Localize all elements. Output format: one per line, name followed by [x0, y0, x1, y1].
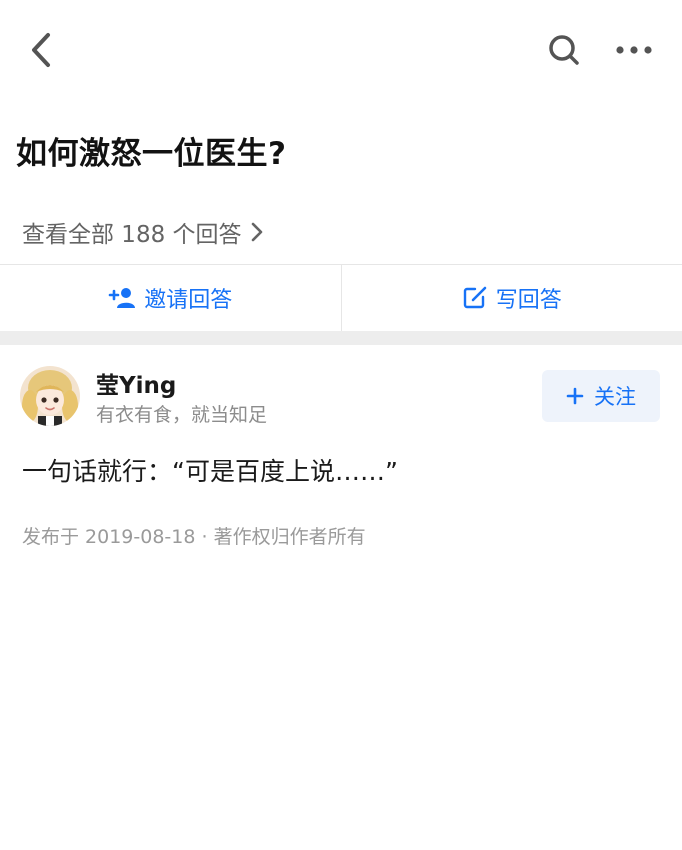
- plus-icon: [566, 387, 584, 405]
- author-avatar[interactable]: [20, 366, 80, 426]
- view-all-answers-link[interactable]: 查看全部 188 个回答: [22, 214, 264, 250]
- answer-actions-bar: 邀请回答 写回答: [0, 265, 682, 331]
- invite-answer-label: 邀请回答: [144, 288, 233, 313]
- question-title: 如何激怒一位医生?: [16, 136, 287, 172]
- view-all-answers-label: 查看全部 188 个回答: [22, 222, 242, 248]
- follow-button[interactable]: 关注: [542, 370, 660, 422]
- top-navigation-bar: [0, 0, 682, 100]
- back-button[interactable]: [26, 30, 58, 70]
- avatar-image: [20, 366, 80, 426]
- write-answer-label: 写回答: [495, 288, 562, 313]
- more-horizontal-icon: [616, 46, 652, 54]
- answer-content[interactable]: 一句话就行：“可是百度上说……”: [22, 452, 398, 488]
- write-answer-button[interactable]: 写回答: [342, 265, 682, 331]
- chevron-right-icon: [251, 222, 262, 242]
- invite-answer-button[interactable]: 邀请回答: [0, 265, 341, 331]
- chevron-left-icon: [32, 33, 50, 67]
- more-options-button[interactable]: [612, 30, 656, 70]
- section-separator: [0, 331, 682, 345]
- edit-icon: [463, 286, 487, 309]
- follow-label: 关注: [594, 385, 636, 409]
- author-bio: 有衣有食，就当知足: [96, 404, 268, 426]
- search-icon: [549, 35, 579, 65]
- search-button[interactable]: [544, 30, 584, 70]
- invite-user-icon: [108, 288, 136, 308]
- author-name[interactable]: 莹Ying: [96, 366, 176, 400]
- answer-meta: 发布于 2019-08-18 · 著作权归作者所有: [22, 526, 366, 548]
